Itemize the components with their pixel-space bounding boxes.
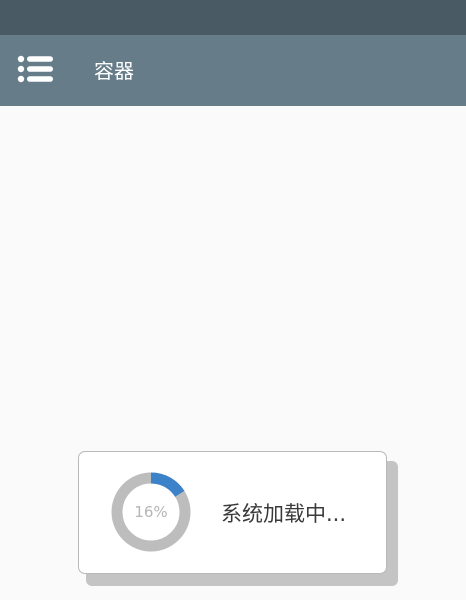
app-bar: 容器 [0, 35, 466, 106]
loading-message: 系统加载中... [221, 502, 347, 526]
page-title: 容器 [94, 59, 134, 83]
progress-percent: 16% [134, 503, 168, 521]
status-bar [0, 0, 466, 35]
loading-dialog: 16% 系统加载中... [78, 451, 387, 574]
progress-ring: 16% [110, 471, 192, 553]
list-menu-icon [17, 55, 53, 83]
menu-button[interactable] [16, 55, 56, 87]
